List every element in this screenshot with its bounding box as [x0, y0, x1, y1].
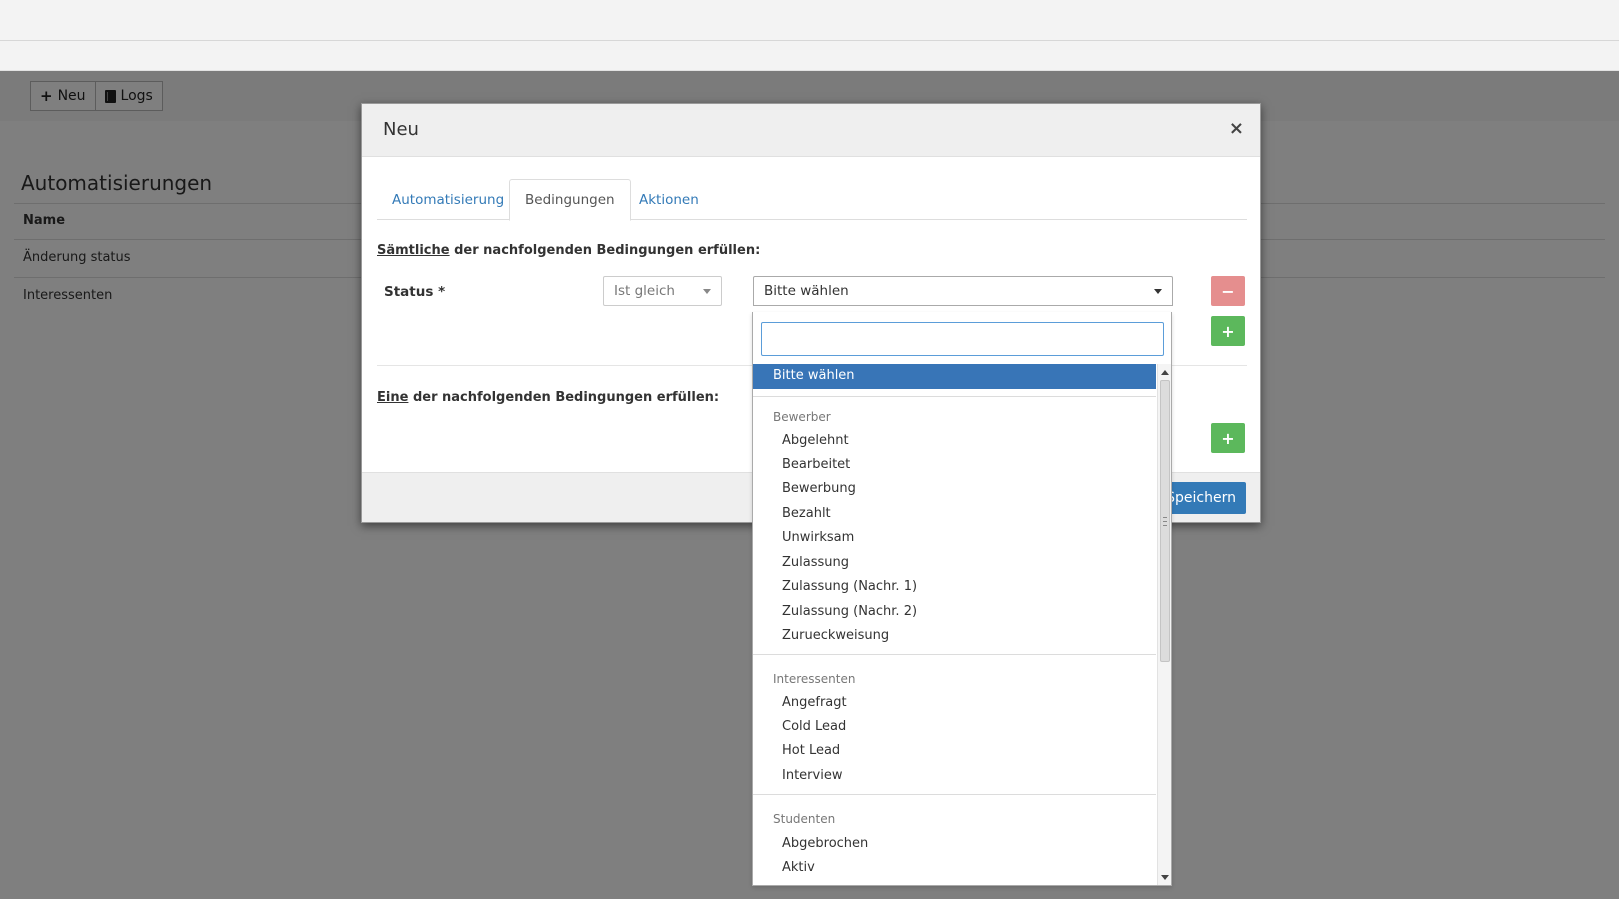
plus-icon: +: [1221, 428, 1235, 448]
modal-header: Neu ×: [362, 104, 1260, 157]
modal-title: Neu: [383, 119, 419, 140]
dropdown-option[interactable]: Zulassung (Nachr. 2): [782, 604, 917, 619]
dropdown-option[interactable]: Zulassung: [782, 555, 849, 570]
group-separator: [753, 794, 1156, 795]
dropdown-option[interactable]: Zurueckweisung: [782, 628, 889, 643]
remove-condition-button[interactable]: −: [1211, 276, 1245, 306]
dropdown-group-label: Studenten: [773, 812, 836, 826]
tab-automatisierung[interactable]: Automatisierung: [377, 179, 519, 220]
scroll-down-icon[interactable]: [1161, 875, 1169, 880]
dropdown-option[interactable]: Aktiv: [782, 860, 815, 875]
dropdown-option[interactable]: Abgelehnt: [782, 433, 849, 448]
dropdown-option[interactable]: Hot Lead: [782, 743, 840, 758]
close-icon[interactable]: ×: [1229, 120, 1244, 138]
status-value-select[interactable]: Bitte wählen: [753, 276, 1173, 306]
dropdown-option[interactable]: Bewerbung: [782, 481, 856, 496]
dropdown-option[interactable]: Bearbeitet: [782, 457, 850, 472]
dropdown-option[interactable]: Unwirksam: [782, 530, 854, 545]
scroll-up-icon[interactable]: [1161, 370, 1169, 375]
chevron-down-icon: [1154, 289, 1162, 294]
dropdown-option[interactable]: Abgebrochen: [782, 836, 868, 851]
minus-icon: −: [1221, 281, 1235, 301]
status-dropdown: Bitte wählen Bewerber Abgelehnt Bearbeit…: [752, 312, 1172, 886]
dropdown-group-label: Interessenten: [773, 672, 856, 686]
any-conditions-heading: Eine der nachfolgenden Bedingungen erfül…: [377, 390, 719, 405]
dropdown-scrollbar[interactable]: [1157, 364, 1171, 885]
add-any-condition-button[interactable]: +: [1211, 423, 1245, 453]
dropdown-option-placeholder[interactable]: Bitte wählen: [753, 364, 1156, 389]
sub-navbar: [0, 41, 1619, 71]
any-conditions-text: der nachfolgenden Bedingungen erfüllen:: [408, 390, 720, 405]
dropdown-search-input[interactable]: [761, 322, 1164, 356]
modal-tabs: Automatisierung Bedingungen Aktionen: [377, 179, 1247, 221]
all-conditions-keyword: Sämtliche: [377, 243, 450, 258]
dropdown-option[interactable]: Zulassung (Nachr. 1): [782, 579, 917, 594]
top-navbar: [0, 0, 1619, 41]
group-separator: [753, 396, 1156, 397]
grip-icon: [1163, 517, 1167, 526]
status-field-label: Status *: [384, 284, 446, 300]
operator-select-value: Ist gleich: [614, 283, 675, 299]
group-separator: [753, 654, 1156, 655]
scrollbar-thumb[interactable]: [1160, 380, 1170, 662]
all-conditions-text: der nachfolgenden Bedingungen erfüllen:: [449, 243, 761, 258]
all-conditions-heading: Sämtliche der nachfolgenden Bedingungen …: [377, 243, 760, 258]
any-conditions-keyword: Eine: [377, 390, 409, 405]
dropdown-option[interactable]: Bezahlt: [782, 506, 831, 521]
operator-select[interactable]: Ist gleich: [603, 276, 722, 306]
status-value-select-value: Bitte wählen: [764, 283, 849, 299]
dropdown-option[interactable]: Cold Lead: [782, 719, 846, 734]
tab-aktionen[interactable]: Aktionen: [624, 179, 714, 220]
add-all-condition-button[interactable]: +: [1211, 316, 1245, 346]
dropdown-option[interactable]: Angefragt: [782, 695, 847, 710]
chevron-down-icon: [703, 289, 711, 294]
dropdown-option[interactable]: Interview: [782, 768, 842, 783]
dropdown-group-label: Bewerber: [773, 410, 831, 424]
tab-bedingungen[interactable]: Bedingungen: [509, 179, 631, 221]
dropdown-options-list: Bitte wählen Bewerber Abgelehnt Bearbeit…: [753, 364, 1156, 885]
plus-icon: +: [1221, 321, 1235, 341]
